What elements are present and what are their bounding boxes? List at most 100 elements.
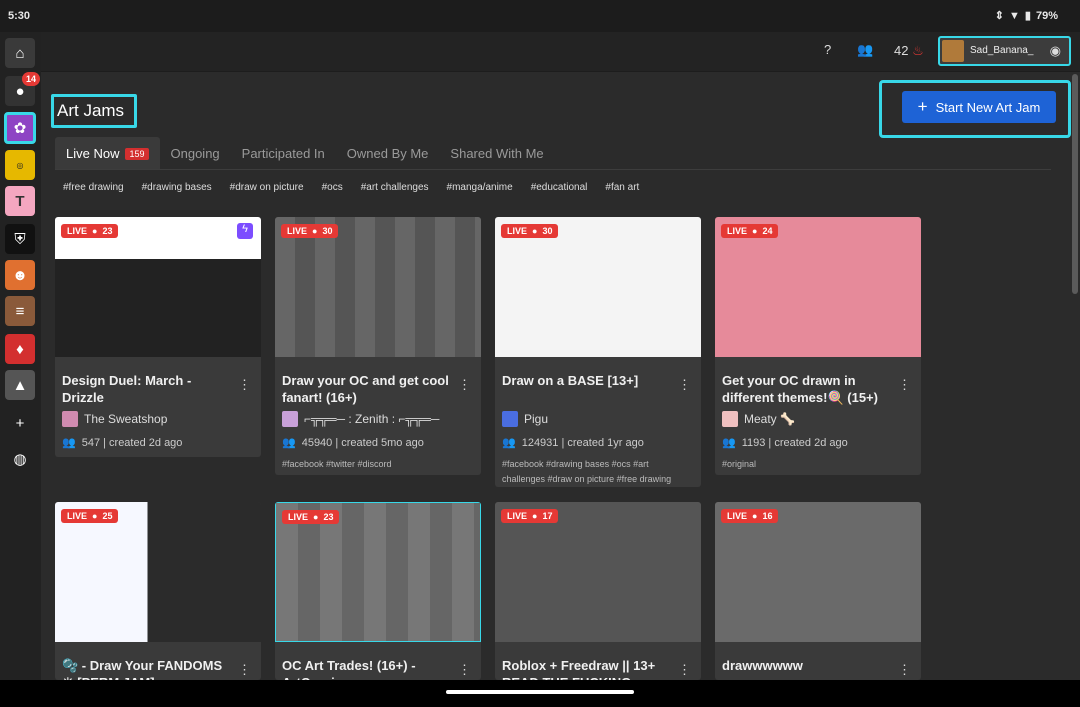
art-jam-card[interactable]: LIVE ● 30 Draw your OC and get cool fanart… [275,217,481,475]
app-shortcut-yellow[interactable]: ◎ [5,150,35,180]
vibrate-icon: ⇕ [994,10,1005,22]
notification-badge: 14 [22,72,41,86]
pin-icon[interactable]: ◉ [1050,43,1061,59]
user-icon: ● [532,511,538,521]
more-options-icon[interactable]: ⋮ [238,662,251,678]
jam-meta: 👥 547 | created 2d ago [62,436,183,450]
live-badge: LIVE ● 30 [281,224,339,238]
more-options-icon[interactable]: ⋮ [238,377,251,393]
jam-meta: 👥 1193 | created 2d ago [722,436,848,450]
system-nav-bar [0,680,1080,707]
live-badge: LIVE ● 17 [501,509,559,523]
people-icon: 👥 [282,437,296,449]
app-shortcut-burger[interactable]: ≡ [5,296,35,326]
jam-meta: 👥 45940 | created 5mo ago [282,436,424,450]
jam-title: 🫧 - Draw Your FANDOMS ☀ [PERM JAM] [62,658,223,680]
tag-chip[interactable]: #drawing bases [142,182,212,193]
jam-thumbnail: LIVE ● 30 [495,217,701,357]
app-shortcut-drop[interactable]: ♦ [5,334,35,364]
avatar [62,411,78,427]
battery-percent: 79% [1035,9,1058,22]
jam-tags: #facebook #twitter #discord [282,459,392,469]
left-rail: ⌂ ● ✿ ◎ T ⛨ ☻ ≡ ♦ ▲ + ◍ [0,32,41,680]
jam-owner: ⌐╦╦═─ : Zenith : ⌐╦╦═─ [282,411,439,427]
jam-title: drawwwwww [722,658,803,673]
tab-shared-with-me[interactable]: Shared With Me [439,137,554,169]
app-shortcut-wizard[interactable]: ▲ [5,370,35,400]
avatar [502,411,518,427]
live-badge: LIVE ● 16 [721,509,779,523]
user-icon: ● [752,511,758,521]
art-jams-icon[interactable]: ✿ [4,112,36,144]
more-options-icon[interactable]: ⋮ [898,377,911,393]
art-jam-card[interactable]: LIVE●25 🫧 - Draw Your FANDOMS ☀ [PERM JA… [55,502,261,680]
home-icon[interactable]: ⌂ [5,38,35,68]
art-jam-card[interactable]: LIVE●17 Roblox + Freedraw || 13+ READ TH… [495,502,701,680]
add-icon[interactable]: + [5,408,35,438]
help-icon[interactable]: ? [824,42,831,57]
live-badge: LIVE ● 25 [61,509,119,523]
live-count-badge: 159 [125,148,149,160]
jam-tags: #original [722,459,757,469]
wifi-icon: ▼ [1009,9,1020,22]
tab-live-now[interactable]: Live Now 159 [55,137,160,169]
jam-thumbnail: LIVE ● 30 [275,217,481,357]
avatar [722,411,738,427]
jam-owner: Pigu [502,411,548,427]
home-gesture-pill[interactable] [446,690,634,694]
more-options-icon[interactable]: ⋮ [458,377,471,393]
art-jam-card[interactable]: LIVE ● 16 drawwwwww ⋮ [715,502,921,680]
avatar [282,411,298,427]
user-icon: ● [312,226,318,236]
art-jam-card[interactable]: LIVE●23 OC Art Trades! (16+) - ArtQuariu… [275,502,481,680]
live-badge: LIVE ● 30 [501,224,559,238]
more-options-icon[interactable]: ⋮ [678,662,691,678]
start-new-art-jam-button[interactable]: + Start New Art Jam [902,91,1056,123]
clock: 5:30 [8,10,31,22]
jam-tags: #facebook #drawing bases #ocs #art chall… [502,459,672,484]
main-panel: ? 👥 42 ♨ Sad_Banana_ ◉ Art Jams + Start … [41,32,1080,680]
globe-icon[interactable]: ◍ [5,444,35,474]
jam-title: Roblox + Freedraw || 13+ READ THE FUCKIN… [502,658,656,680]
shield-icon[interactable]: ⛨ [5,224,35,254]
app-shortcut-t[interactable]: T [5,186,35,216]
scrollbar[interactable] [1072,74,1078,294]
status-bar: 5:30 ⇕ ▼ ▮ 79% [0,0,1080,32]
art-jam-card[interactable]: LIVE ● 30 Draw on a BASE [13+] ⋮ Pigu 👥 124… [495,217,701,487]
friends-icon[interactable]: 👥 [857,42,873,58]
jam-thumbnail: LIVE ● 23 ϟ [55,217,261,357]
people-icon: 👥 [62,437,76,449]
more-options-icon[interactable]: ⋮ [898,662,911,678]
tag-chip[interactable]: #ocs [322,182,343,193]
currency-count[interactable]: 42 ♨ [894,43,924,59]
tag-chip[interactable]: #educational [531,182,588,193]
jam-owner: The Sweatshop [62,411,167,427]
app-shortcut-avatar[interactable]: ☻ [5,260,35,290]
tag-chip[interactable]: #free drawing [63,182,124,193]
username: Sad_Banana_ [970,45,1034,56]
jam-thumbnail: LIVE ● 16 [715,502,921,642]
tab-bar: Live Now 159 Ongoing Participated In Owne… [55,137,555,169]
tag-chip[interactable]: #fan art [605,182,639,193]
more-options-icon[interactable]: ⋮ [678,377,691,393]
battery-icon: ▮ [1024,10,1031,22]
jam-thumbnail: LIVE ● 23 [275,502,481,642]
page-title: Art Jams [57,101,125,120]
jam-title: Get your OC drawn in different themes!🍭 … [722,373,878,405]
tag-chip[interactable]: #draw on picture [230,182,304,193]
tag-chip[interactable]: #art challenges [361,182,429,193]
tag-chip[interactable]: #manga/anime [447,182,513,193]
jam-title: OC Art Trades! (16+) - ArtQuarium [282,658,416,680]
jam-title: Draw your OC and get cool fanart! (16+) [282,373,449,405]
tab-ongoing[interactable]: Ongoing [160,137,231,169]
tab-participated-in[interactable]: Participated In [231,137,336,169]
art-jam-card[interactable]: LIVE ● 23 ϟ Design Duel: March - Drizzle ⋮… [55,217,261,457]
more-options-icon[interactable]: ⋮ [458,662,471,678]
tab-owned-by-me[interactable]: Owned By Me [336,137,440,169]
people-icon: 👥 [502,437,516,449]
art-jam-card[interactable]: LIVE ● 24 Get your OC drawn in different t… [715,217,921,475]
profile-chip[interactable]: Sad_Banana_ ◉ [938,36,1071,66]
avatar [942,40,964,62]
tag-filter-bar: #free drawing #drawing bases #draw on pi… [63,182,639,193]
user-icon: ● [752,226,758,236]
